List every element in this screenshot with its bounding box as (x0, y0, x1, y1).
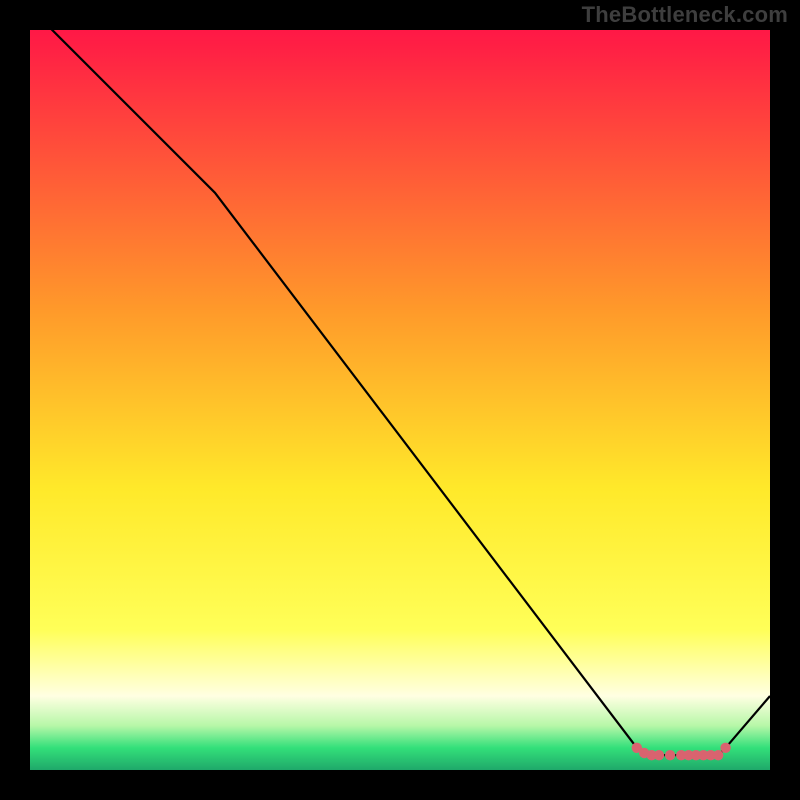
curve-marker (654, 750, 664, 760)
curve-marker (665, 750, 675, 760)
chart-frame: TheBottleneck.com (0, 0, 800, 800)
attribution-label: TheBottleneck.com (582, 2, 788, 28)
curve-marker (720, 743, 730, 753)
gradient-background (30, 30, 770, 770)
curve-marker (713, 750, 723, 760)
plot-area (30, 30, 770, 770)
